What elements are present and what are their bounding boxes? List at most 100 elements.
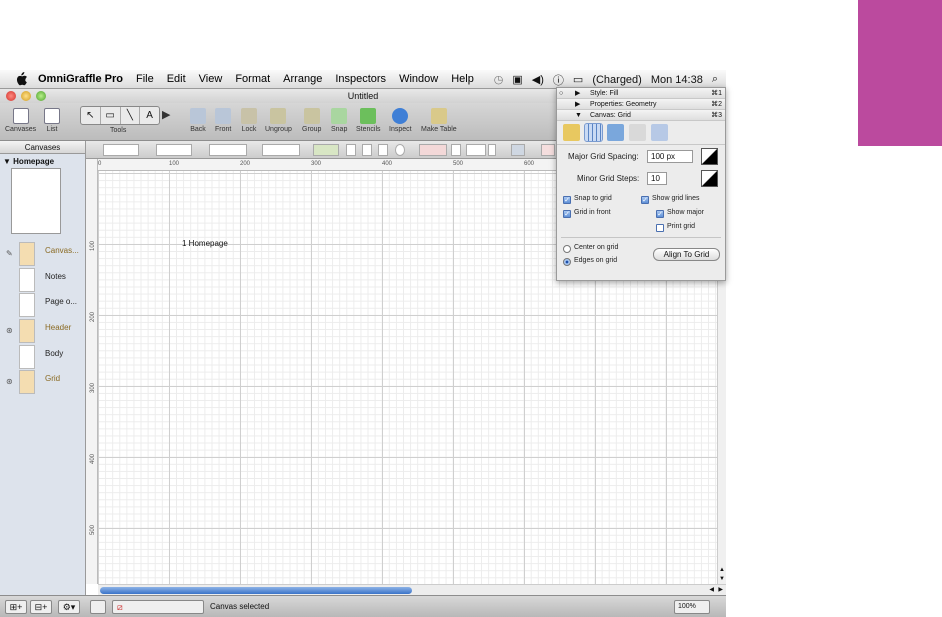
document-tab-icon[interactable] xyxy=(629,124,646,141)
menu-inspectors[interactable]: Inspectors xyxy=(335,73,386,85)
menu-window[interactable]: Window xyxy=(399,73,438,85)
battery-status[interactable]: (Charged) xyxy=(592,74,642,86)
vertical-ruler[interactable]: 100 200 300 400 500 xyxy=(86,159,98,584)
menu-format[interactable]: Format xyxy=(235,73,270,85)
menu-file[interactable]: File xyxy=(136,73,154,85)
list-button[interactable]: List xyxy=(44,108,60,133)
zoom-select[interactable]: 100% xyxy=(674,600,710,614)
close-icon[interactable] xyxy=(6,91,16,101)
center-on-grid-radio[interactable] xyxy=(563,245,571,253)
apple-icon[interactable] xyxy=(14,72,28,86)
color-well[interactable] xyxy=(90,600,106,614)
inspector-row-canvas[interactable]: ▼ Canvas: Grid ⌘3 xyxy=(557,110,725,121)
grid-tab-icon[interactable] xyxy=(584,123,603,142)
stencils-button[interactable]: Stencils xyxy=(356,108,381,133)
menu-app-name[interactable]: OmniGraffle Pro xyxy=(38,73,123,85)
inspector-row-properties[interactable]: ▶ Properties: Geometry ⌘2 xyxy=(557,99,725,110)
canvas-thumbnail[interactable] xyxy=(11,168,61,234)
align-button[interactable] xyxy=(378,144,388,156)
battery-icon[interactable]: ▭ xyxy=(573,73,583,86)
shared-layer-icon[interactable]: ⊛ xyxy=(6,326,13,335)
disclosure-down-icon[interactable]: ▼ xyxy=(575,110,582,121)
lock-button[interactable]: Lock xyxy=(241,108,257,133)
major-grid-color-well[interactable] xyxy=(701,148,718,165)
stroke-stepper[interactable] xyxy=(488,144,496,156)
show-major-checkbox[interactable]: ✓ xyxy=(656,210,664,218)
disclosure-right-icon[interactable]: ▶ xyxy=(575,99,580,110)
gear-icon[interactable]: ⚙▾ xyxy=(58,600,80,614)
scroll-right-icon[interactable]: ▶ xyxy=(718,586,723,593)
minor-steps-input[interactable]: 10 xyxy=(647,172,667,185)
menu-help[interactable]: Help xyxy=(451,73,474,85)
diagram-tab-icon[interactable] xyxy=(651,124,668,141)
horizontal-scrollbar[interactable]: ◀ ▶ xyxy=(98,584,726,595)
spotlight-icon[interactable]: ⌕ xyxy=(712,73,718,86)
alert-icon[interactable]: ⓘ xyxy=(553,72,564,88)
x-position-field[interactable] xyxy=(103,144,139,156)
minor-grid-color-well[interactable] xyxy=(701,170,718,187)
scroll-down-icon[interactable]: ▼ xyxy=(719,576,725,582)
align-button[interactable] xyxy=(346,144,356,156)
pencil-icon[interactable]: ✎ xyxy=(6,249,13,258)
inspector-row-style[interactable]: ○ ▶ Style: Fill ⌘1 xyxy=(557,88,725,99)
add-canvas-button[interactable]: ⊞+ xyxy=(5,600,27,614)
text-tool-icon[interactable]: A xyxy=(140,107,159,124)
pointer-tool-icon[interactable]: ↖ xyxy=(81,107,101,124)
show-grid-lines-checkbox[interactable]: ✓ xyxy=(641,196,649,204)
stroke-indicator[interactable]: ⧄ xyxy=(112,600,204,614)
volume-icon[interactable]: ◀) xyxy=(532,73,544,86)
edges-on-grid-radio[interactable] xyxy=(563,258,571,266)
canvas-size-tab-icon[interactable] xyxy=(563,124,580,141)
group-button[interactable]: Group xyxy=(302,108,321,133)
layer-row-grid[interactable]: ⊛ Grid xyxy=(0,370,86,394)
layer-row-page[interactable]: Page o... xyxy=(0,293,86,317)
magnet-button[interactable] xyxy=(541,144,555,156)
minimize-icon[interactable] xyxy=(21,91,31,101)
disclosure-right-icon[interactable]: ▶ xyxy=(575,88,580,99)
layer-row-notes[interactable]: Notes xyxy=(0,268,86,292)
layer-row-canvas[interactable]: ✎ Canvas... xyxy=(0,242,86,266)
make-table-button[interactable]: Make Table xyxy=(421,108,457,133)
stroke-width-field[interactable] xyxy=(466,144,486,156)
snap-to-grid-checkbox[interactable]: ✓ xyxy=(563,196,571,204)
grid-in-front-checkbox[interactable]: ✓ xyxy=(563,210,571,218)
canvases-button[interactable]: Canvases xyxy=(5,108,36,133)
menu-clock[interactable]: Mon 14:38 xyxy=(651,74,703,86)
shadow-button[interactable] xyxy=(511,144,525,156)
add-layer-button[interactable]: ⊟+ xyxy=(30,600,52,614)
back-button[interactable]: Back xyxy=(190,108,206,133)
layer-row-body[interactable]: Body xyxy=(0,345,86,369)
tools-more-icon[interactable]: ▶ xyxy=(162,108,170,121)
fill-color-well[interactable] xyxy=(313,144,339,156)
line-tool-icon[interactable]: ╲ xyxy=(121,107,141,124)
width-field[interactable] xyxy=(209,144,247,156)
disclosure-down-icon[interactable]: ▼ xyxy=(3,157,11,166)
scroll-up-icon[interactable]: ▲ xyxy=(719,567,725,573)
close-inspector-icon[interactable]: ○ xyxy=(559,88,563,99)
stroke-style-button[interactable] xyxy=(451,144,461,156)
canvas-page-label[interactable]: 1 Homepage xyxy=(182,239,228,248)
shape-button[interactable] xyxy=(395,144,405,156)
scroll-thumb[interactable] xyxy=(100,587,412,594)
menu-edit[interactable]: Edit xyxy=(167,73,186,85)
canvas-homepage-row[interactable]: ▼ Homepage xyxy=(3,157,54,166)
sidebar-header[interactable]: Canvases xyxy=(0,141,85,154)
snap-button[interactable]: Snap xyxy=(331,108,347,133)
y-position-field[interactable] xyxy=(156,144,192,156)
inspect-button[interactable]: Inspect xyxy=(389,108,412,133)
align-button[interactable] xyxy=(362,144,372,156)
major-spacing-input[interactable]: 100 px xyxy=(647,150,693,163)
front-button[interactable]: Front xyxy=(215,108,231,133)
menu-view[interactable]: View xyxy=(199,73,223,85)
zoom-icon[interactable] xyxy=(36,91,46,101)
layer-row-header[interactable]: ⊛ Header xyxy=(0,319,86,343)
time-machine-icon[interactable]: ◷ xyxy=(494,73,504,86)
display-icon[interactable]: ▣ xyxy=(512,73,522,86)
shared-layer-icon[interactable]: ⊛ xyxy=(6,377,13,386)
shape-tool-icon[interactable]: ▭ xyxy=(101,107,121,124)
print-grid-checkbox[interactable] xyxy=(656,224,664,232)
ungroup-button[interactable]: Ungroup xyxy=(265,108,292,133)
menu-arrange[interactable]: Arrange xyxy=(283,73,322,85)
height-field[interactable] xyxy=(262,144,300,156)
stroke-color-well[interactable] xyxy=(419,144,447,156)
